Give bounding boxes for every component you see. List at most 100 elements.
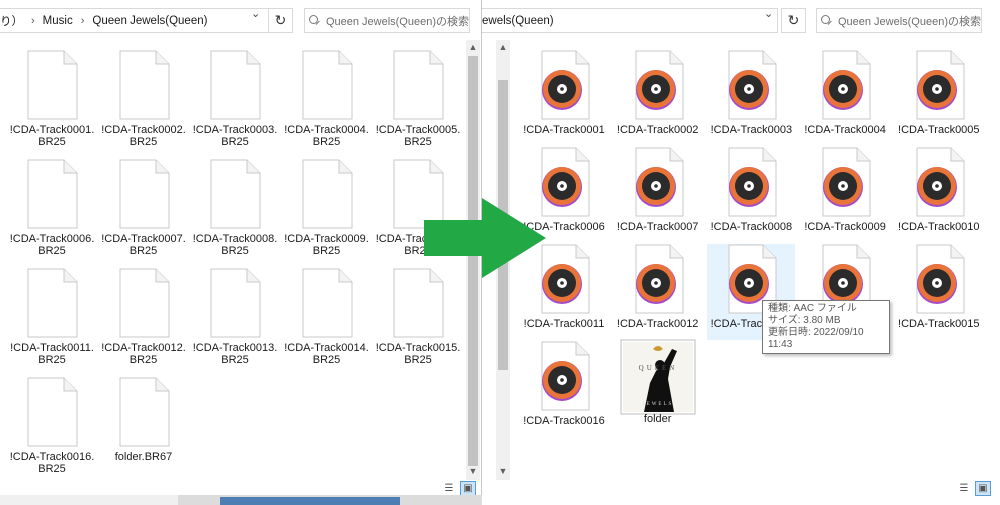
file-name-label: !CDA-Track0001 (523, 124, 605, 136)
blank-file-icon (302, 159, 352, 229)
large-icons-view-icon[interactable]: ▣ (975, 481, 991, 496)
file-item[interactable]: !CDA-Track0005.BR25 (374, 50, 462, 156)
address-bar[interactable]: り） › Music › Queen Jewels(Queen) (0, 8, 272, 33)
file-item[interactable]: !CDA-Track0013.BR25 (191, 268, 279, 374)
file-name-label: !CDA-Track0009 (804, 221, 886, 233)
file-name-label: !CDA-Track0013.BR25 (192, 342, 278, 366)
file-item[interactable]: !CDA-Track0004 (801, 50, 889, 146)
file-item[interactable]: !CDA-Track0016 (520, 341, 608, 437)
album-art-icon: QUEEN JEWELS (620, 339, 696, 415)
file-item[interactable]: QUEEN JEWELS folder (614, 339, 702, 437)
file-name-label: !CDA-Track0012 (616, 318, 699, 330)
scroll-up-icon[interactable]: ▲ (466, 40, 480, 54)
file-item[interactable]: !CDA-Track0004.BR25 (283, 50, 371, 156)
file-item[interactable]: !CDA-Track0016.BR25 (8, 377, 96, 483)
file-item[interactable]: !CDA-Track0003 (707, 50, 795, 146)
file-name-label: !CDA-Track0009.BR25 (284, 233, 369, 257)
file-item[interactable]: !CDA-Track0003.BR25 (191, 50, 279, 156)
chevron-right-icon: › (31, 14, 35, 27)
music-file-icon (822, 50, 871, 120)
file-name-label: !CDA-Track0011 (523, 318, 605, 330)
music-file-icon (635, 50, 684, 120)
address-bar[interactable]: ewels(Queen) (482, 8, 778, 33)
tooltip-type: 種類: AAC ファイル (768, 303, 857, 314)
scroll-down-icon[interactable]: ▼ (466, 464, 480, 478)
refresh-button[interactable]: ↻ (268, 8, 293, 33)
chevron-right-icon: › (80, 14, 85, 27)
taskbar-button (220, 497, 400, 505)
music-file-icon (916, 147, 965, 217)
file-name-label: !CDA-Track0015 (898, 318, 980, 330)
file-item[interactable]: !CDA-Track0009 (801, 147, 889, 243)
search-box[interactable]: Queen Jewels(Queen)の検索 (304, 8, 470, 33)
file-name-label: !CDA-Track0008.BR25 (192, 233, 278, 257)
file-name-label: !CDA-Track0004 (804, 124, 886, 136)
file-grid: !CDA-Track0001 !CDA-Track0002 !CDA-Track00… (512, 40, 1000, 490)
file-item[interactable]: !CDA-Track0008 (707, 147, 795, 243)
breadcrumb-parent[interactable]: り） (0, 13, 26, 29)
tooltip-date: 更新日時: 2022/09/10 11:43 (768, 327, 864, 350)
chevron-down-icon[interactable]: ⌄ (251, 7, 260, 20)
details-view-icon[interactable]: ☰ (956, 481, 972, 496)
blank-file-icon (27, 159, 78, 229)
file-item[interactable]: !CDA-Track0011.BR25 (8, 268, 96, 374)
breadcrumb-current[interactable]: ewels(Queen) (482, 15, 557, 27)
file-name-label: !CDA-Track0004.BR25 (284, 124, 369, 148)
file-name-label: !CDA-Track0010 (898, 221, 980, 233)
file-item[interactable]: !CDA-Track0007.BR25 (100, 159, 188, 265)
svg-text:JEWELS: JEWELS (642, 402, 673, 407)
file-item[interactable]: !CDA-Track0002.BR25 (100, 50, 188, 156)
file-item[interactable]: !CDA-Track0001 (520, 50, 608, 146)
file-item[interactable]: !CDA-Track0008.BR25 (191, 159, 279, 265)
search-placeholder: Queen Jewels(Queen)の検索 (325, 15, 469, 28)
blank-file-icon (27, 50, 78, 120)
file-name-label: !CDA-Track0001.BR25 (9, 124, 95, 148)
file-name-label: !CDA-Track0003 (710, 124, 793, 136)
file-name-label: !CDA-Track0016 (523, 415, 605, 427)
blank-file-icon (119, 50, 169, 120)
file-name-label: !CDA-Track0005.BR25 (375, 124, 461, 148)
tooltip-size: サイズ: 3.80 MB (768, 315, 841, 326)
scroll-down-icon[interactable]: ▼ (496, 464, 510, 478)
file-item[interactable]: !CDA-Track0001.BR25 (8, 50, 96, 156)
file-name-label: folder.BR67 (114, 451, 173, 463)
file-item[interactable]: !CDA-Track0002 (614, 50, 702, 146)
blank-file-icon (210, 50, 261, 120)
search-box[interactable]: Queen Jewels(Queen)の検索 (816, 8, 982, 33)
music-file-icon (728, 147, 777, 217)
file-grid: !CDA-Track0001.BR25 !CDA-Track0002.BR25 !C… (0, 40, 466, 490)
details-view-icon[interactable]: ☰ (441, 481, 457, 495)
file-name-label: !CDA-Track0005 (898, 124, 980, 136)
large-icons-view-icon[interactable]: ▣ (460, 481, 476, 495)
file-item[interactable]: !CDA-Track0009.BR25 (283, 159, 371, 265)
file-item[interactable]: !CDA-Track0014.BR25 (283, 268, 371, 374)
music-file-icon (916, 244, 965, 314)
file-name-label: !CDA-Track0011.BR25 (10, 342, 94, 366)
blank-file-icon (27, 377, 78, 447)
refresh-icon: ↻ (787, 12, 800, 28)
file-item[interactable]: !CDA-Track0006.BR25 (8, 159, 96, 265)
left-explorer-window: り） › Music › Queen Jewels(Queen) ⌄ ↻ Que… (0, 0, 482, 495)
file-name-label: !CDA-Track0012.BR25 (101, 342, 186, 366)
file-item[interactable]: !CDA-Track0015 (895, 244, 983, 340)
breadcrumb-current[interactable]: Queen Jewels(Queen) (89, 15, 210, 27)
file-item[interactable]: folder.BR67 (100, 377, 188, 483)
search-icon (821, 14, 830, 27)
refresh-icon: ↻ (274, 12, 287, 28)
file-item[interactable]: !CDA-Track0012.BR25 (100, 268, 188, 374)
right-explorer-window: ewels(Queen) ⌄ ↻ Queen Jewels(Queen)の検索 … (482, 0, 1000, 505)
chevron-down-icon[interactable]: ⌄ (764, 7, 773, 20)
view-switcher: ☰ ▣ (441, 481, 476, 495)
blank-file-icon (119, 377, 169, 447)
file-item[interactable]: !CDA-Track0010 (895, 147, 983, 243)
file-item[interactable]: !CDA-Track0012 (614, 244, 702, 340)
breadcrumb-music[interactable]: Music (40, 15, 76, 27)
refresh-button[interactable]: ↻ (781, 8, 806, 33)
scroll-up-icon[interactable]: ▲ (496, 40, 510, 54)
file-item[interactable]: !CDA-Track0015.BR25 (374, 268, 462, 374)
file-item[interactable]: !CDA-Track0007 (614, 147, 702, 243)
svg-text:QUEEN: QUEEN (638, 364, 677, 372)
blank-file-icon (119, 159, 169, 229)
file-item[interactable]: !CDA-Track0005 (895, 50, 983, 146)
music-file-icon (728, 50, 777, 120)
